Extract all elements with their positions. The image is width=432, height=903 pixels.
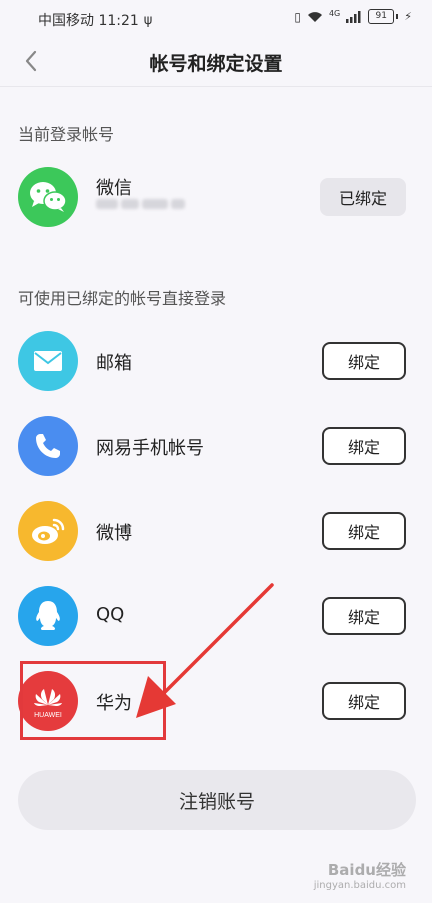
vibrate-icon: ▯ <box>294 9 301 24</box>
blurred-nickname <box>96 199 186 213</box>
bind-weibo-button[interactable]: 绑定 <box>322 512 406 550</box>
weibo-icon <box>32 518 65 544</box>
list-item-qq[interactable]: QQ 绑定 <box>0 574 432 658</box>
qq-icon <box>36 601 60 630</box>
bind-huawei-button[interactable]: 绑定 <box>322 682 406 720</box>
battery-icon: 91 <box>368 9 395 24</box>
carrier-time: 中国移动 11:21 <box>38 13 139 29</box>
mail-icon <box>34 351 62 371</box>
usb-icon: ψ <box>143 12 153 28</box>
bind-email-button[interactable]: 绑定 <box>322 342 406 380</box>
phone-label: 网易手机帐号 <box>96 438 204 459</box>
watermark-line1: Baidu经验 <box>327 861 406 879</box>
qq-label: QQ <box>96 604 125 625</box>
wifi-icon <box>307 11 322 22</box>
current-account-name: 微信 <box>96 178 132 199</box>
wechat-icon <box>30 182 67 212</box>
watermark: Baidu经验 jingyan.baidu.com <box>314 859 406 891</box>
signal-icon <box>346 10 361 23</box>
qq-avatar <box>18 586 78 646</box>
weibo-avatar <box>18 501 78 561</box>
bind-qq-button[interactable]: 绑定 <box>322 597 406 635</box>
list-item-phone[interactable]: 网易手机帐号 绑定 <box>0 404 432 488</box>
page-title: 帐号和绑定设置 <box>149 53 283 75</box>
status-bar: 中国移动 11:21 ψ ▯ 4G 91 ⚡ <box>0 0 432 36</box>
annotation-highlight-box <box>20 661 166 740</box>
current-account-row: 微信 已绑定 <box>0 155 432 239</box>
header: 帐号和绑定设置 <box>0 36 432 87</box>
phone-icon <box>36 434 60 458</box>
signal-type: 4G <box>328 9 341 18</box>
email-label: 邮箱 <box>96 353 132 374</box>
current-account-section-label: 当前登录帐号 <box>18 125 115 144</box>
bind-phone-button[interactable]: 绑定 <box>322 427 406 465</box>
watermark-line2: jingyan.baidu.com <box>313 880 406 891</box>
weibo-label: 微博 <box>96 523 132 544</box>
email-avatar <box>18 331 78 391</box>
list-item-weibo[interactable]: 微博 绑定 <box>0 489 432 573</box>
battery-level: 91 <box>375 11 387 21</box>
bindable-section-label: 可使用已绑定的帐号直接登录 <box>18 289 227 308</box>
list-item-email[interactable]: 邮箱 绑定 <box>0 319 432 403</box>
bound-button[interactable]: 已绑定 <box>320 178 406 216</box>
wechat-avatar <box>18 167 78 227</box>
charging-icon: ⚡ <box>404 10 412 23</box>
phone-avatar <box>18 416 78 476</box>
logout-button[interactable]: 注销账号 <box>18 770 416 830</box>
